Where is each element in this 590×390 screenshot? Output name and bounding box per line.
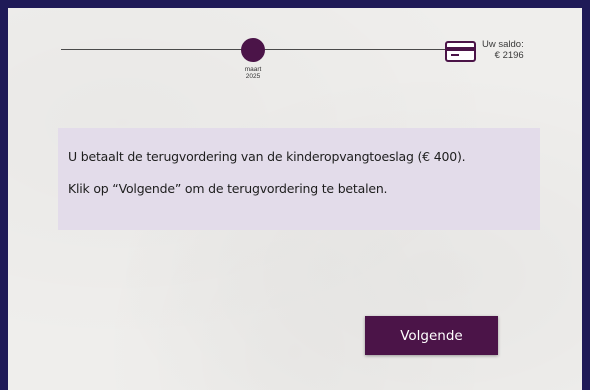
balance-display: Uw saldo: € 2196 xyxy=(482,39,524,61)
timeline-date-label: maart 2025 xyxy=(230,66,276,80)
timeline-month: maart xyxy=(244,66,262,73)
message-line-1: U betaalt de terugvordering van de kinde… xyxy=(68,149,466,164)
message-line-2: Klik op “Volgende” om de terugvordering … xyxy=(68,181,388,196)
card-stripe xyxy=(447,47,474,51)
message-box: U betaalt de terugvordering van de kinde… xyxy=(58,128,540,230)
balance-label: Uw saldo: xyxy=(482,39,524,50)
card-chip xyxy=(451,54,459,56)
next-button[interactable]: Volgende xyxy=(365,316,498,355)
balance-amount: € 2196 xyxy=(494,50,524,61)
timeline-year: 2025 xyxy=(245,73,261,80)
content-frame: maart 2025 Uw saldo: € 2196 U betaalt de… xyxy=(8,8,582,390)
credit-card-icon xyxy=(445,41,476,62)
timeline-current-marker xyxy=(241,38,265,62)
